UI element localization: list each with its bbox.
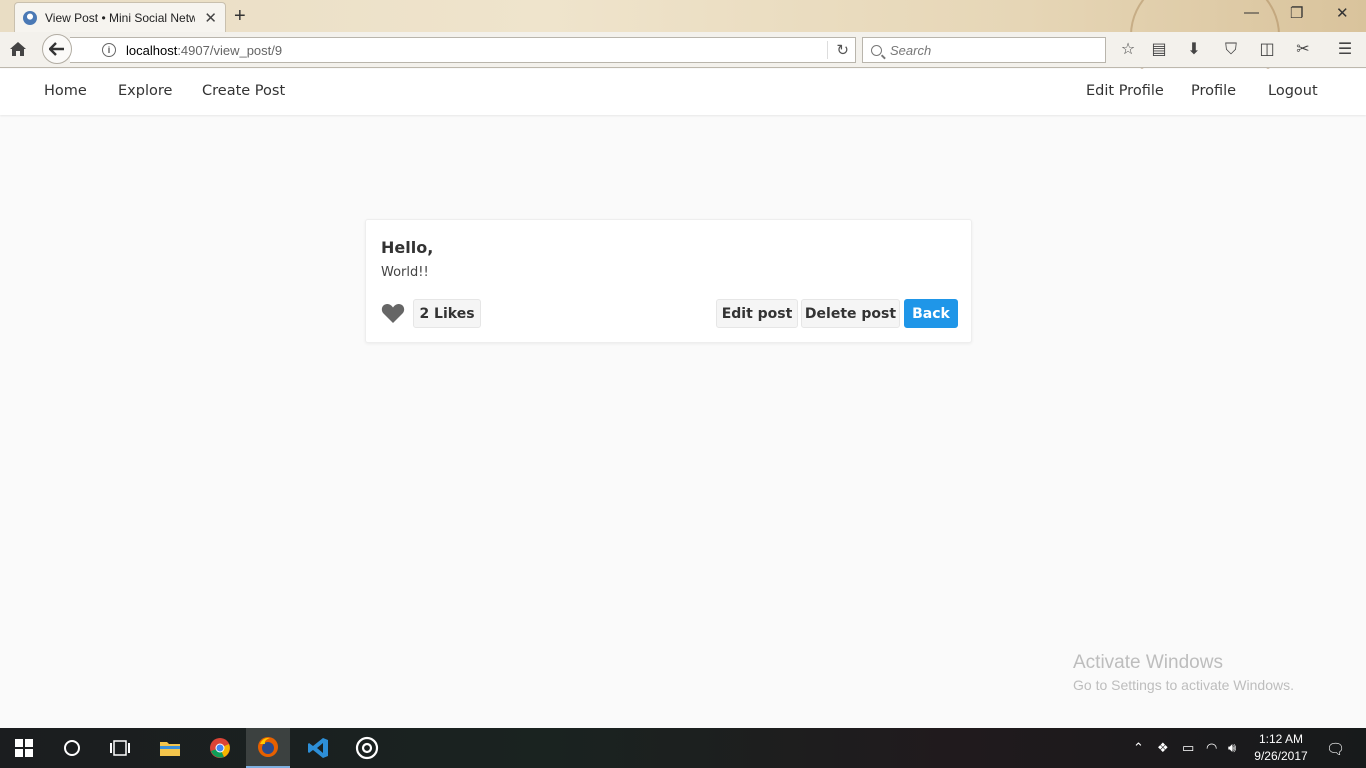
arrow-left-icon [49, 42, 64, 56]
task-view-icon [110, 740, 130, 756]
cortana-icon [64, 740, 80, 756]
url-bar[interactable]: i localhost:4907/view_post/9 ↻ [70, 37, 856, 63]
browser-tabbar: View Post • Mini Social Netw ✕ + — ❐ ✕ [0, 0, 1366, 100]
clock-date: 9/26/2017 [1254, 749, 1308, 763]
nav-profile-link[interactable]: Profile [1191, 83, 1236, 99]
post-card: Hello, World!! 2 Likes Edit post Delete … [365, 219, 972, 343]
activate-windows-title: Activate Windows [1073, 652, 1223, 673]
new-tab-button[interactable]: + [234, 5, 246, 28]
restore-button[interactable]: ❐ [1290, 4, 1303, 22]
edit-post-button[interactable]: Edit post [716, 299, 798, 328]
likes-button[interactable]: 2 Likes [413, 299, 481, 328]
browser-tab[interactable]: View Post • Mini Social Netw ✕ [14, 2, 226, 32]
chrome-button[interactable] [198, 728, 242, 768]
post-title: Hello, [381, 238, 434, 257]
nav-create-post-link[interactable]: Create Post [202, 83, 285, 99]
minimize-button[interactable]: — [1244, 4, 1259, 21]
dropbox-icon[interactable]: ❖ [1157, 740, 1169, 756]
file-explorer-button[interactable] [148, 728, 192, 768]
info-icon[interactable]: i [102, 43, 116, 57]
reload-icon[interactable]: ↻ [827, 41, 849, 59]
target-icon [355, 736, 379, 760]
volume-icon[interactable]: 🔊︎ [1228, 740, 1236, 756]
clock-time: 1:12 AM [1258, 732, 1304, 746]
back-link-button[interactable]: Back [904, 299, 958, 328]
nav-logout-link[interactable]: Logout [1268, 83, 1318, 99]
folder-icon [160, 742, 180, 756]
close-window-button[interactable]: ✕ [1336, 4, 1349, 22]
home-icon[interactable] [9, 40, 27, 58]
firefox-icon [258, 737, 278, 757]
extension-icon[interactable]: ✂ [1293, 40, 1313, 60]
cortana-button[interactable] [50, 728, 94, 768]
vscode-icon [308, 738, 328, 758]
heart-icon[interactable] [381, 302, 405, 324]
windows-logo-icon [15, 739, 33, 757]
browser-toolbar: i localhost:4907/view_post/9 ↻ Search ☆ … [0, 32, 1366, 68]
system-clock[interactable]: 1:12 AM 9/26/2017 [1248, 731, 1314, 765]
show-hidden-icons[interactable]: ⌃ [1133, 740, 1144, 756]
globe-icon [23, 10, 37, 25]
chrome-icon [210, 738, 230, 758]
search-icon [871, 44, 882, 56]
post-body: World!! [381, 265, 429, 280]
delete-post-button[interactable]: Delete post [801, 299, 900, 328]
close-tab-icon[interactable]: ✕ [204, 9, 217, 27]
search-bar[interactable]: Search [862, 37, 1106, 63]
notification-icon[interactable]: 🗨︎ [1326, 740, 1345, 758]
task-view-button[interactable] [98, 728, 142, 768]
tab-title: View Post • Mini Social Netw [45, 10, 195, 25]
download-icon[interactable]: ⬇ [1184, 40, 1204, 60]
nav-edit-profile-link[interactable]: Edit Profile [1086, 83, 1164, 99]
sidebar-icon[interactable]: ◫ [1257, 40, 1277, 60]
start-button[interactable] [2, 728, 46, 768]
battery-icon[interactable]: ▭ [1182, 740, 1194, 756]
pocket-icon[interactable]: ⛉ [1221, 40, 1241, 60]
menu-icon[interactable]: ☰ [1335, 40, 1355, 60]
back-button[interactable] [42, 34, 72, 64]
wifi-icon[interactable]: ◠ [1206, 740, 1217, 756]
nav-explore-link[interactable]: Explore [118, 83, 172, 99]
bookmark-star-icon[interactable]: ☆ [1118, 40, 1138, 60]
url-text: localhost:4907/view_post/9 [126, 42, 283, 58]
firefox-button[interactable] [246, 728, 290, 768]
taskbar: ⌃ ❖ ▭ ◠ 🔊︎ 1:12 AM 9/26/2017 🗨︎ [0, 728, 1366, 768]
site-navbar: Home Explore Create Post Edit Profile Pr… [0, 69, 1366, 115]
app-button[interactable] [345, 728, 389, 768]
nav-home-link[interactable]: Home [44, 83, 87, 99]
search-placeholder: Search [890, 42, 932, 58]
activate-windows-subtitle: Go to Settings to activate Windows. [1073, 677, 1294, 693]
reading-list-icon[interactable]: ▤ [1149, 40, 1169, 60]
vscode-button[interactable] [296, 728, 340, 768]
